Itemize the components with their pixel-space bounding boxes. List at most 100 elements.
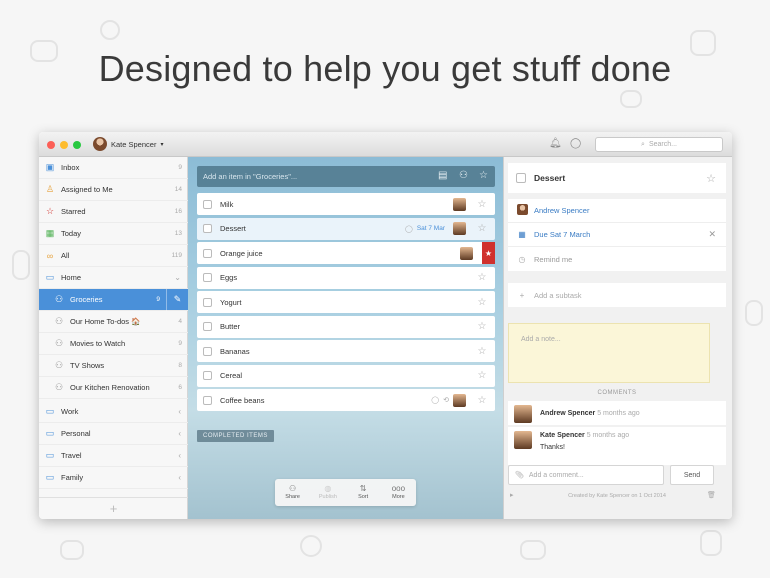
subtask-row[interactable]: + Add a subtask [508,283,726,307]
star-icon[interactable]: ☆ [475,321,489,332]
folder-icon: ▭ [45,406,55,416]
sidebar-item-count: 13 [174,230,182,237]
close-window-button[interactable] [47,141,55,149]
sidebar-item-inbox[interactable]: ▣ Inbox 9 [39,157,188,179]
sort-button[interactable]: ⇅ Sort [346,479,381,506]
paperclip-icon[interactable]: 📎︎ [515,471,524,479]
subtask-placeholder: Add a subtask [534,290,582,300]
add-item-placeholder: Add an item in "Groceries"... [203,172,298,181]
star-icon[interactable]: ☆ [475,370,489,381]
detail-checkbox[interactable] [516,173,526,183]
star-icon[interactable]: ☆ [475,297,489,308]
share-list-icon[interactable]: ⚇ [459,170,468,181]
bell-icon[interactable]: 🔔︎ [549,139,562,149]
folder-icon: ▭ [45,472,55,482]
sidebar-item-starred[interactable]: ☆ Starred 16 [39,201,188,223]
star-icon: ☆ [45,206,55,216]
user-menu[interactable]: Kate Spencer ▾ [93,137,163,151]
starred-flag-icon[interactable]: ★ [482,242,495,264]
sidebar-item-count: 6 [178,384,182,391]
task-row[interactable]: Dessert ◯ Sat 7 Mar ☆ [197,217,495,240]
note-field[interactable]: Add a note... [508,323,710,383]
task-row[interactable]: Eggs ☆ [197,266,495,289]
star-icon[interactable]: ☆ [475,346,489,357]
sidebar-item-label: Inbox [61,163,80,172]
sidebar-folder-travel[interactable]: ▭ Travel ‹ [39,445,188,467]
completed-items-button[interactable]: COMPLETED ITEMS [197,430,274,442]
due-date-row[interactable]: ▦ Due Sat 7 March ✕ [508,223,726,247]
task-row[interactable]: Yogurt ☆ [197,291,495,313]
list-details-icon[interactable]: ▤ [438,170,447,181]
sidebar-folder-home[interactable]: ▭ Home ⌄ [39,267,188,289]
task-row[interactable]: Milk ☆ [197,193,495,215]
task-checkbox[interactable] [203,346,212,356]
comment-input[interactable]: 📎︎ Add a comment... [508,465,664,485]
share-label: Share [285,494,300,500]
sidebar-folder-work[interactable]: ▭ Work ‹ [39,401,188,423]
trash-icon[interactable]: 🗑︎ [707,491,716,499]
task-checkbox[interactable] [203,224,212,233]
task-checkbox[interactable] [203,371,212,380]
minimize-window-button[interactable] [60,141,68,149]
add-item-input[interactable]: Add an item in "Groceries"... ▤ ⚇ ☆ [197,166,495,187]
sidebar-item-label: TV Shows [70,361,105,370]
task-checkbox[interactable] [203,297,212,307]
chevron-down-icon: ▾ [160,141,164,148]
list-toolbar: ⚇ Share ◍ Publish ⇅ Sort ooo More [275,479,416,506]
edit-pencil-icon[interactable]: ✎ [166,288,188,311]
sidebar-item-all[interactable]: ∞ All 119 [39,245,188,267]
star-icon[interactable]: ☆ [479,170,488,181]
task-row[interactable]: Butter ☆ [197,315,495,338]
task-row[interactable]: Coffee beans ◯ ⟲ ☆ [197,389,495,411]
assignee-avatar [516,204,528,217]
task-checkbox[interactable] [203,395,212,405]
sidebar-item-kitchen[interactable]: ⚇ Our Kitchen Renovation 6 [39,377,188,399]
task-row[interactable]: Bananas ☆ [197,340,495,362]
search-input[interactable]: ⌕ Search... [595,137,723,152]
task-checkbox[interactable] [203,199,212,209]
close-icon[interactable]: ✕ [708,229,716,240]
sidebar-item-assigned[interactable]: ♙ Assigned to Me 14 [39,179,188,201]
sort-icon: ⇅ [359,484,367,493]
task-row[interactable]: Cereal ☆ [197,364,495,387]
task-list-panel: Add an item in "Groceries"... ▤ ⚇ ☆ Milk… [188,157,503,519]
task-checkbox[interactable] [203,322,212,331]
sidebar-folder-family[interactable]: ▭ Family ‹ [39,467,188,489]
star-icon[interactable]: ☆ [475,199,489,210]
send-button[interactable]: Send [670,465,714,485]
star-icon[interactable]: ☆ [475,223,489,234]
sidebar-item-label: Work [61,407,79,416]
sidebar-folder-personal[interactable]: ▭ Personal ‹ [39,423,188,445]
sidebar-item-tv-shows[interactable]: ⚇ TV Shows 8 [39,355,188,377]
share-icon: ⚇ [289,484,297,493]
assignee-row[interactable]: Andrew Spencer [508,199,726,223]
task-title: Dessert [220,224,246,233]
share-button[interactable]: ⚇ Share [275,479,310,506]
chat-bubble-icon[interactable]: ◯ [570,139,581,149]
task-checkbox[interactable] [203,273,212,282]
sidebar-item-groceries[interactable]: ⚇ Groceries 9 ✎ [39,288,188,311]
task-checkbox[interactable] [203,248,212,258]
sidebar-item-movies[interactable]: ⚇ Movies to Watch 9 [39,333,188,355]
zoom-window-button[interactable] [73,141,81,149]
user-name: Kate Spencer [111,139,157,149]
task-title: Yogurt [220,297,242,307]
star-icon[interactable]: ☆ [475,272,489,283]
remind-row[interactable]: ◷ Remind me [508,247,726,271]
comment-author: Andrew Spencer [540,410,596,417]
add-list-button[interactable]: + [39,497,188,519]
more-button[interactable]: ooo More [381,479,416,506]
detail-title[interactable]: Dessert [534,173,565,183]
task-row[interactable]: Orange juice ★ [197,242,495,264]
sidebar-item-count: 9 [156,296,160,303]
star-icon[interactable]: ☆ [706,172,716,185]
sidebar-item-home-todos[interactable]: ⚇ Our Home To-dos 🏠 4 [39,311,188,333]
star-icon[interactable]: ☆ [475,395,489,406]
publish-button[interactable]: ◍ Publish [310,479,345,506]
comment-item: Kate Spencer 5 months ago Thanks! [508,427,726,465]
inbox-icon: ▣ [45,162,55,172]
task-title: Bananas [220,346,250,356]
sidebar-item-today[interactable]: ▦ Today 13 [39,223,188,245]
comment-icon: ◯ [431,397,440,404]
subtask-input-row[interactable]: + Add a subtask [508,283,726,307]
